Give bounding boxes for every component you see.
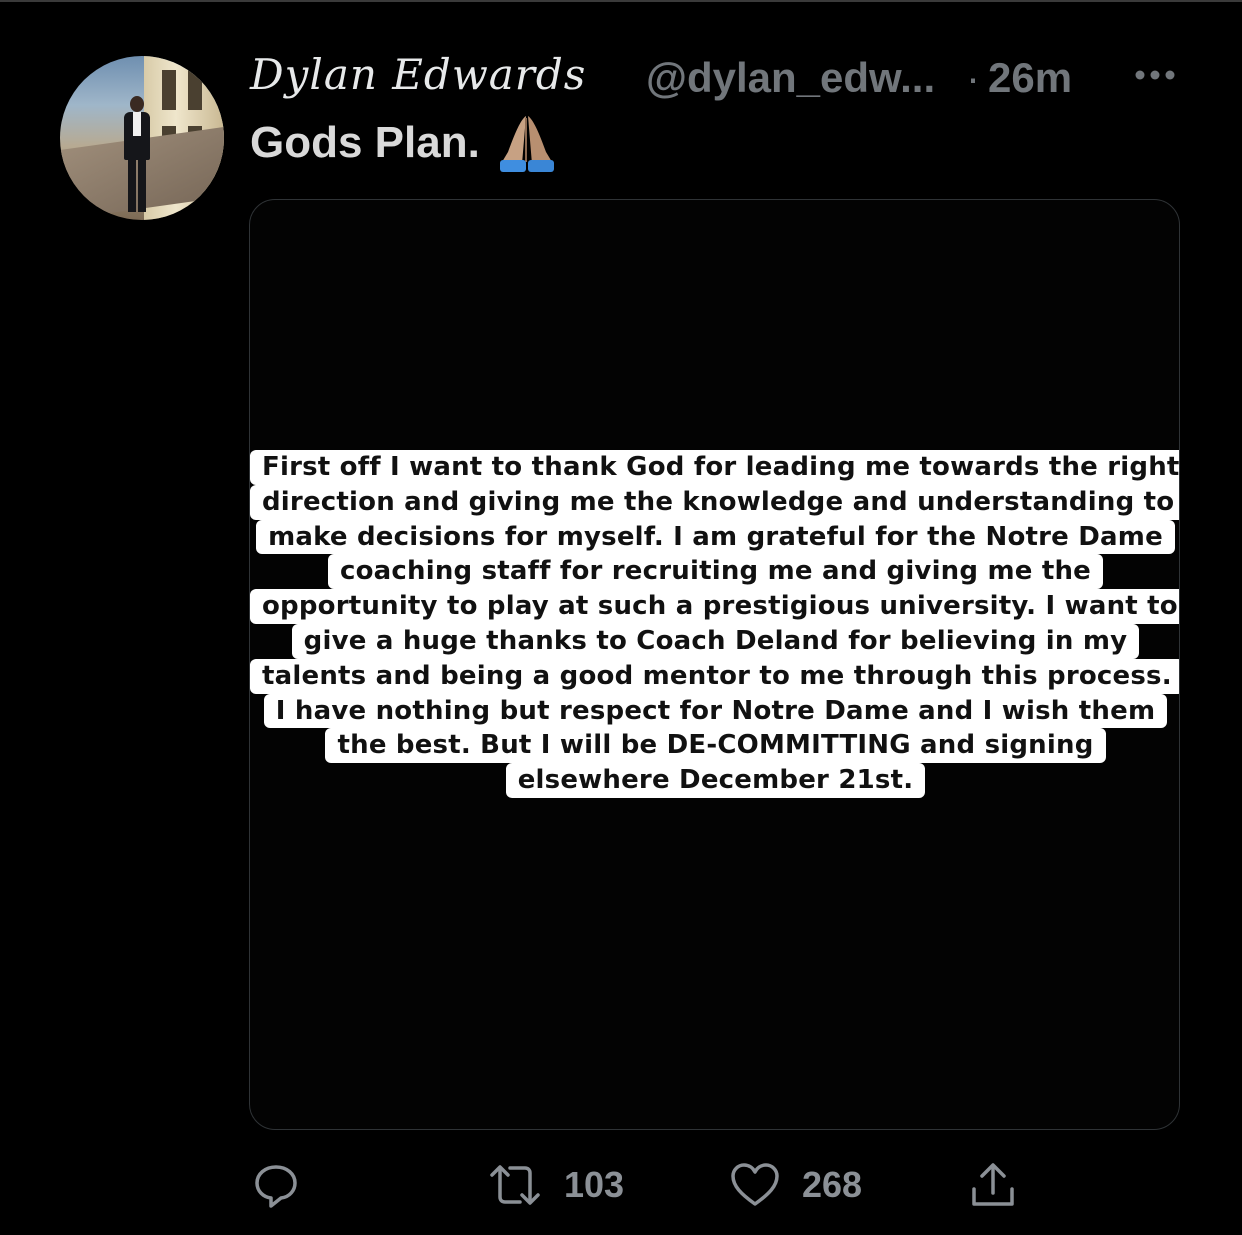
avatar[interactable] <box>60 56 224 220</box>
retweet-button[interactable]: 103 <box>488 1150 624 1220</box>
action-bar: 103 268 <box>0 1150 1242 1220</box>
folded-hands-icon <box>500 116 554 172</box>
share-icon <box>972 1163 1014 1206</box>
story-line: I have nothing but respect for Notre Dam… <box>250 693 1179 729</box>
tweet-text: Gods Plan. <box>250 118 480 167</box>
story-line: opportunity to play at such a prestigiou… <box>250 589 1179 624</box>
share-button[interactable] <box>970 1150 1016 1220</box>
top-divider <box>0 0 1242 2</box>
reply-icon <box>255 1165 297 1208</box>
retweet-icon <box>490 1165 540 1205</box>
story-line: the best. But I will be DE-COMMITTING an… <box>250 728 1179 764</box>
story-line: talents and being a good mentor to me th… <box>250 658 1179 694</box>
story-line: direction and giving me the knowledge an… <box>250 484 1179 520</box>
story-line: give a huge thanks to Coach Deland for b… <box>250 623 1179 659</box>
reply-button[interactable] <box>252 1150 300 1220</box>
media-image[interactable]: First off I want to thank God for leadin… <box>249 199 1180 1130</box>
avatar-person <box>122 96 152 216</box>
like-button[interactable]: 268 <box>730 1150 862 1220</box>
timestamp[interactable]: 26m <box>988 54 1072 102</box>
author-name[interactable]: Dylan Edwards <box>250 50 586 99</box>
story-line: coaching staff for recruiting me and giv… <box>250 554 1179 590</box>
story-line: make decisions for myself. I am grateful… <box>250 519 1179 555</box>
author-handle[interactable]: @dylan_edw... <box>646 54 935 102</box>
retweet-count: 103 <box>564 1164 625 1205</box>
meta-separator: · <box>966 54 980 101</box>
story-line: elsewhere December 21st. <box>250 763 1179 798</box>
like-count: 268 <box>802 1164 863 1205</box>
story-line: First off I want to thank God for leadin… <box>250 450 1179 485</box>
more-options-icon[interactable] <box>1134 68 1176 82</box>
story-text-block: First off I want to thank God for leadin… <box>250 450 1179 798</box>
heart-icon <box>731 1163 779 1206</box>
